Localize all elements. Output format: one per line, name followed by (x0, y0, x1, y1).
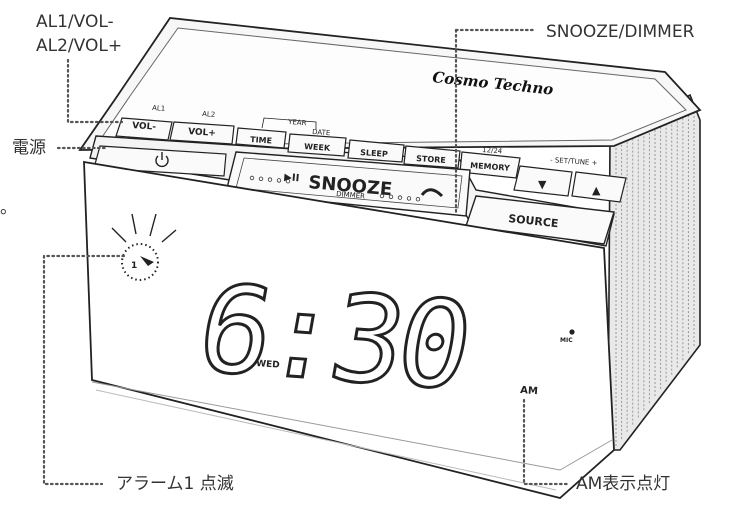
year-label: YEAR (287, 118, 307, 127)
vol-plus-label: VOL+ (188, 127, 216, 139)
al2-label: AL2 (202, 110, 216, 119)
12-24-label: 12/24 (482, 146, 503, 155)
callout-al1-vol: AL1/VOL- (36, 12, 114, 32)
set-tune-label: - SET/TUNE + (550, 156, 598, 167)
clock-time-display: 6:30 (188, 260, 477, 417)
vol-minus-label: VOL- (132, 121, 157, 133)
callout-al2-vol: AL2/VOL+ (36, 36, 123, 56)
alarm-1-label: 1 (131, 261, 137, 271)
callout-period-mark: 。 (0, 198, 17, 218)
al1-label: AL1 (152, 104, 166, 113)
callout-am-light: AM表示点灯 (576, 474, 671, 494)
am-indicator: AM (520, 385, 538, 397)
week-label: WEEK (304, 142, 331, 153)
clock-radio-illustration: Cosmo Techno AL1 VOL- AL2 VOL+ YEAR TIME… (42, 17, 702, 499)
callout-power: 電源 (12, 138, 46, 158)
side-speaker-grille (607, 93, 701, 451)
up-arrow-icon: ▲ (592, 184, 601, 197)
day-indicator: WED (256, 359, 280, 371)
play-pause-icon: ▶II (284, 172, 300, 184)
mic-hole (569, 329, 575, 335)
date-label: DATE (312, 128, 331, 137)
down-arrow-icon: ▼ (538, 178, 547, 191)
time-label: TIME (250, 135, 272, 146)
callout-snooze-dimmer: SNOOZE/DIMMER (546, 22, 695, 42)
mic-label: MIC (560, 337, 573, 344)
callout-alarm-blink: アラーム1 点滅 (116, 474, 234, 494)
